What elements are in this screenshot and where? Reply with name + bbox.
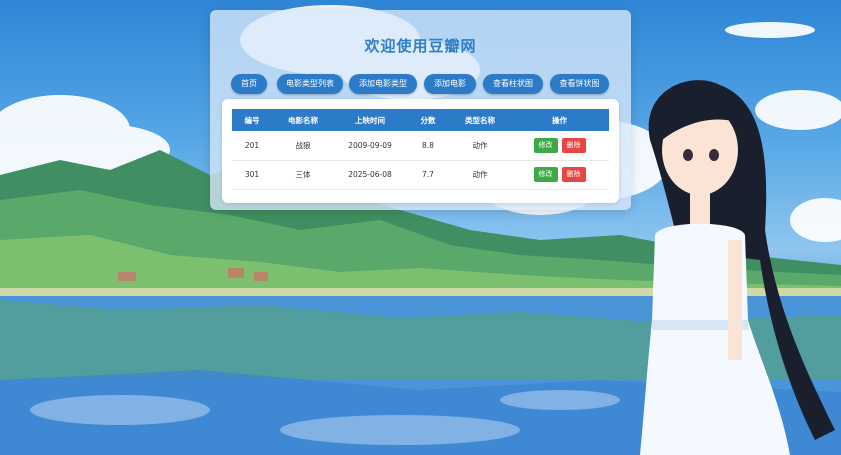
edit-button[interactable]: 修改 bbox=[533, 137, 558, 153]
nav-movie-type-list-button[interactable]: 电影类型列表 bbox=[277, 74, 343, 94]
edit-button[interactable]: 修改 bbox=[533, 167, 558, 182]
nav-add-movie-type-button[interactable]: 添加电影类型 bbox=[349, 74, 417, 94]
cell-score: 8.8 bbox=[422, 140, 434, 150]
cell-actions: 修改 删除 bbox=[510, 160, 609, 189]
cell-release: 2009-09-09 bbox=[348, 140, 392, 150]
cell-release: 2025-06-08 bbox=[348, 170, 392, 179]
nav-add-movie-button[interactable]: 添加电影 bbox=[424, 74, 476, 94]
nav-bar-chart-button[interactable]: 查看柱状图 bbox=[483, 74, 543, 94]
main-panel: 欢迎使用豆瓣网 首页 电影类型列表 添加电影类型 添加电影 查看柱状图 查看饼状… bbox=[210, 10, 631, 210]
delete-button[interactable]: 删除 bbox=[561, 167, 586, 182]
header-name: 电影名称 bbox=[288, 115, 318, 125]
delete-button[interactable]: 删除 bbox=[561, 137, 586, 153]
cell-name: 战狼 bbox=[295, 140, 311, 150]
nav-pie-chart-button[interactable]: 查看饼状图 bbox=[550, 74, 609, 94]
cell-score: 7.7 bbox=[422, 170, 434, 179]
cell-id: 201 bbox=[244, 140, 260, 150]
cell-name: 三体 bbox=[295, 170, 311, 179]
page-title: 欢迎使用豆瓣网 bbox=[364, 37, 477, 55]
header-score: 分数 bbox=[420, 115, 436, 125]
cell-id: 301 bbox=[244, 170, 260, 179]
movie-table-card: 编号 电影名称 上映时间 分数 类型名称 操作 201 战狼 2009-09-0… bbox=[222, 99, 619, 203]
table-row: 301 三体 2025-06-08 7.7 动作 修改 删除 bbox=[232, 160, 609, 189]
header-type: 类型名称 bbox=[465, 115, 495, 125]
table-row: 201 战狼 2009-09-09 8.8 动作 修改 删除 bbox=[232, 131, 609, 160]
header-actions: 操作 bbox=[552, 115, 567, 125]
cell-type: 动作 bbox=[472, 140, 488, 150]
header-release: 上映时间 bbox=[355, 115, 385, 125]
header-id: 编号 bbox=[244, 115, 260, 125]
table-header-row: 编号 电影名称 上映时间 分数 类型名称 操作 bbox=[232, 109, 609, 131]
nav-home-button[interactable]: 首页 bbox=[231, 74, 267, 94]
cell-type: 动作 bbox=[472, 170, 488, 179]
cell-actions: 修改 删除 bbox=[510, 131, 609, 160]
movie-table: 编号 电影名称 上映时间 分数 类型名称 操作 201 战狼 2009-09-0… bbox=[232, 109, 609, 190]
